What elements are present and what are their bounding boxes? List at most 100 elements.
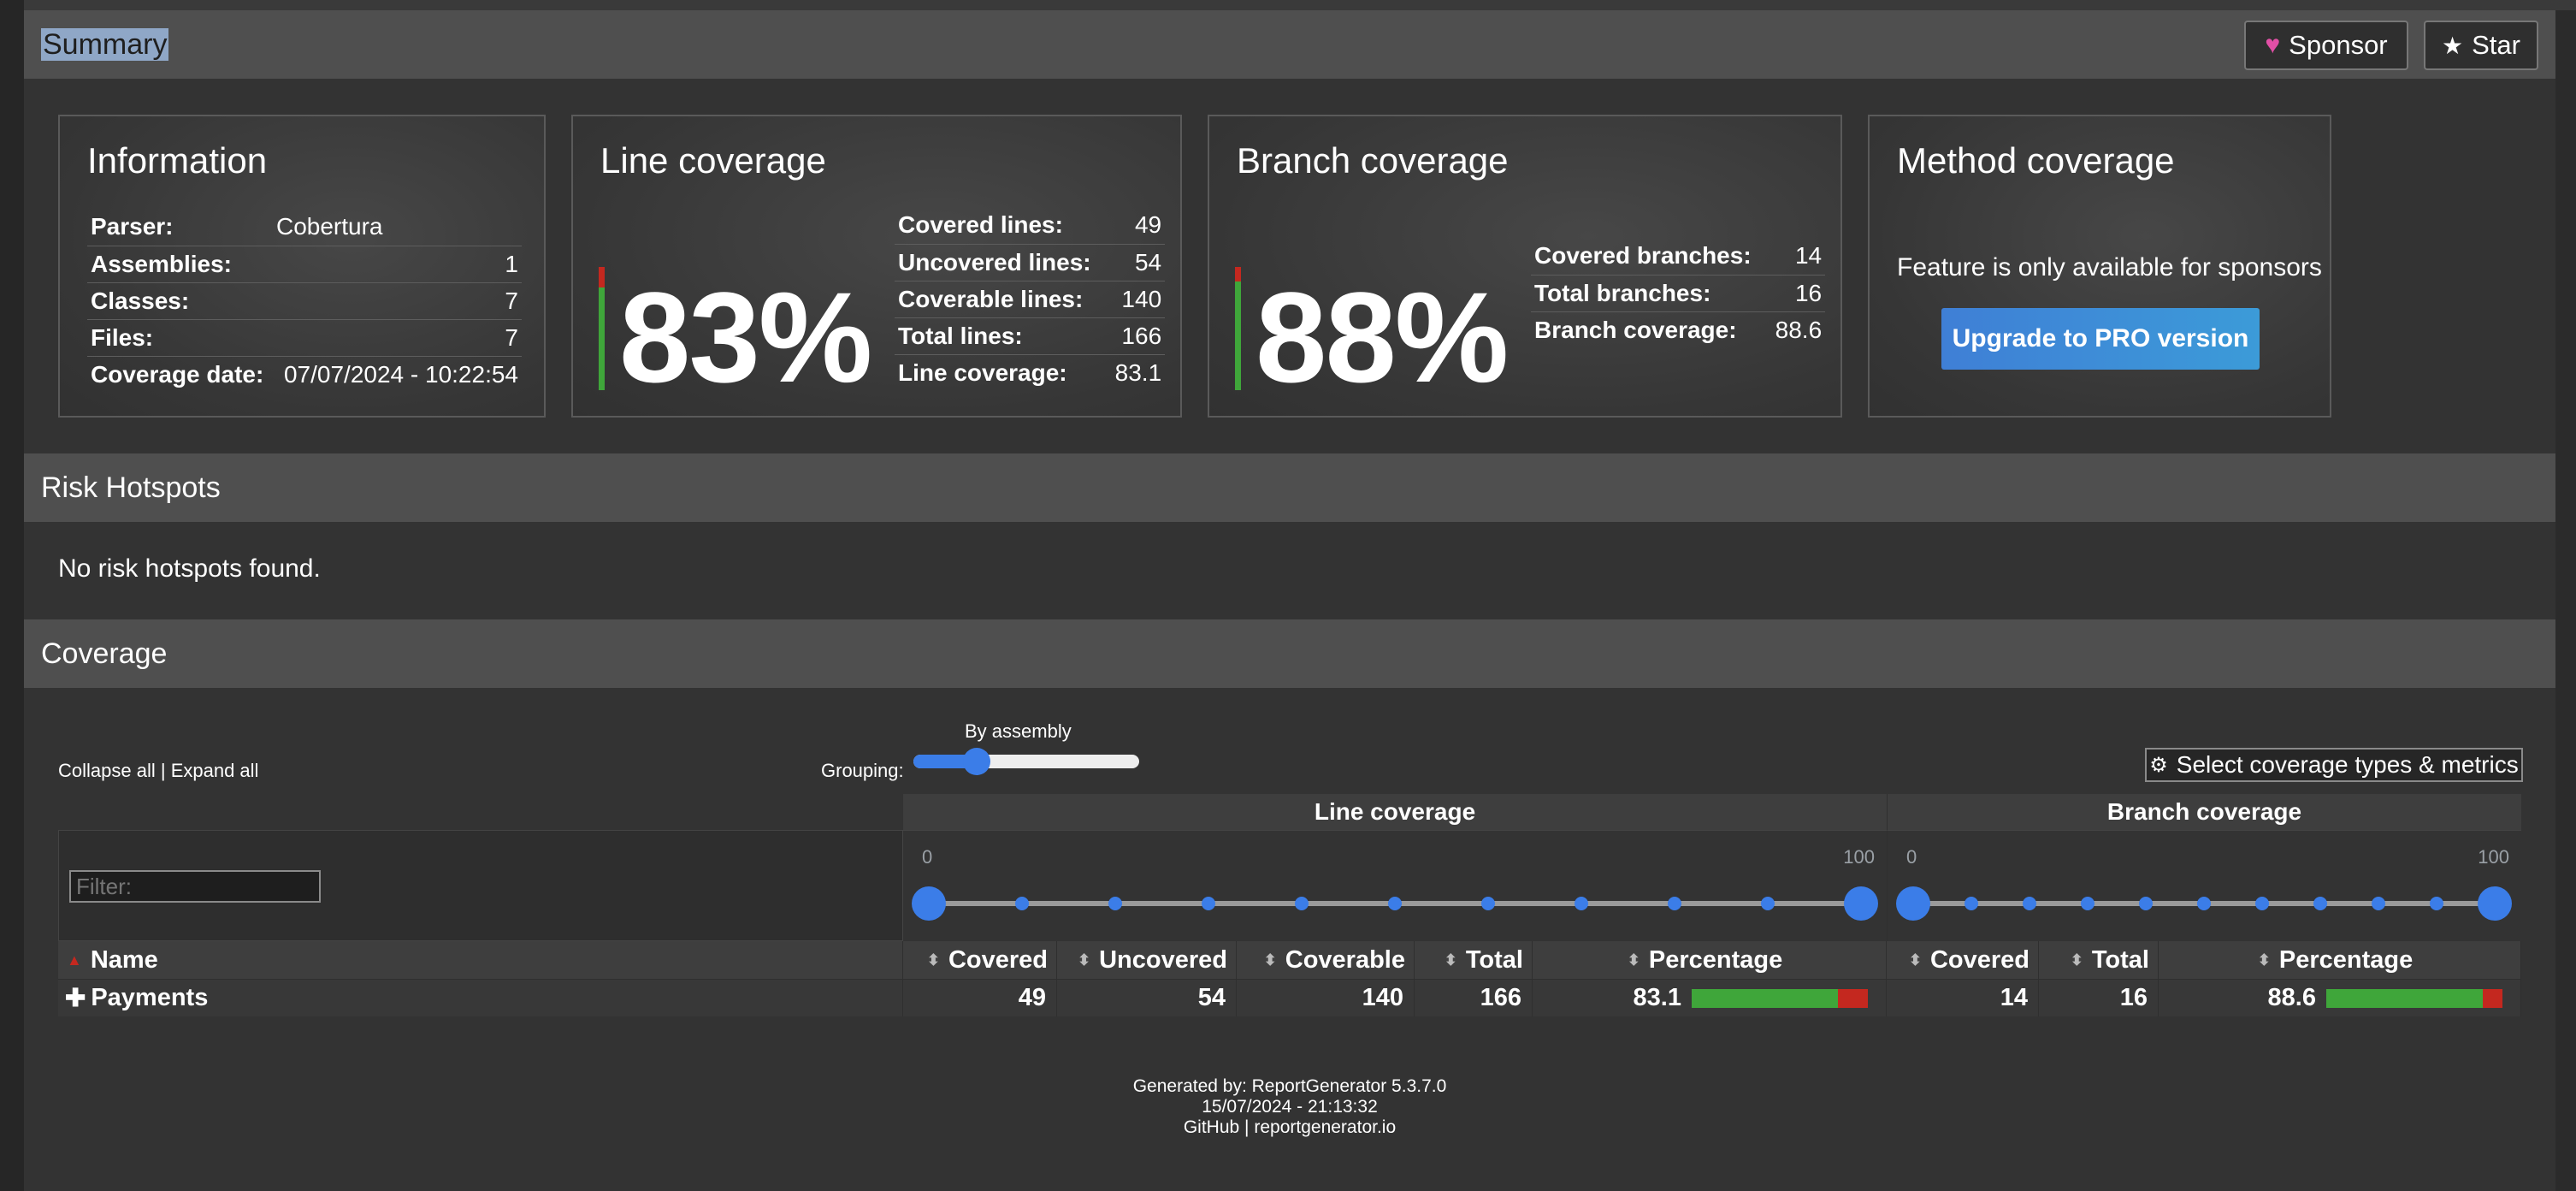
info-key: Coverage date: (91, 360, 264, 388)
link-separator: | (160, 760, 166, 781)
range-step-dot (2081, 897, 2094, 910)
table-row: Total lines: 166 (895, 317, 1166, 355)
table-row: Coverage date: 07/07/2024 - 10:22:54 (87, 356, 522, 393)
information-card: Information Parser: Cobertura Assemblies:… (58, 115, 546, 418)
sort-icon: ⬍ (2070, 951, 2083, 969)
branch-coverage-table: Covered branches: 14 Total branches: 16 Br… (1531, 238, 1826, 348)
column-header-total[interactable]: ⬍ Total (1415, 941, 1533, 979)
sort-icon: ⬍ (1908, 951, 1922, 969)
range-max-label: 100 (1843, 846, 1875, 868)
footer: Generated by: ReportGenerator 5.3.7.0 15… (24, 1076, 2555, 1138)
generated-datetime: 15/07/2024 - 21:13:32 (1202, 1097, 1378, 1117)
sort-icon: ⬍ (1078, 951, 1091, 969)
stat-value: 140 (1111, 281, 1166, 318)
expand-all-link[interactable]: Expand all (171, 760, 259, 781)
table-row: Covered lines: 49 (895, 207, 1166, 245)
star-label: Star (2472, 30, 2520, 60)
stat-value: 16 (1771, 275, 1826, 312)
coverage-header: Coverage (24, 619, 2555, 688)
line-uncovered-segment (599, 267, 605, 287)
range-max-handle[interactable] (2478, 886, 2512, 921)
column-header-branch-covered[interactable]: ⬍ Covered (1887, 941, 2039, 979)
range-step-dot (2197, 897, 2211, 910)
info-key: Classes: (87, 282, 273, 320)
range-step-dot (1481, 897, 1495, 910)
summary-title: Summary (41, 27, 169, 62)
column-label: Covered (948, 945, 1048, 974)
range-step-dot (1108, 897, 1122, 910)
stat-key: Coverable lines: (895, 281, 1112, 318)
stat-key: Uncovered lines: (895, 244, 1112, 281)
range-step-dot (2023, 897, 2036, 910)
table-row: Assemblies: 1 (87, 246, 522, 283)
line-coverage-percent: 83% (619, 265, 872, 409)
no-hotspots-message: No risk hotspots found. (58, 554, 321, 583)
info-key: Assemblies: (87, 246, 273, 283)
cell-coverable: 140 (1237, 979, 1415, 1016)
branch-coverage-range[interactable]: 0 100 (1887, 830, 2521, 941)
line-coverage-table: Covered lines: 49 Uncovered lines: 54 Cove… (895, 207, 1166, 391)
risk-hotspots-title: Risk Hotspots (41, 471, 221, 504)
reportgenerator-link[interactable]: reportgenerator.io (1254, 1117, 1396, 1137)
collapse-all-link[interactable]: Collapse all (58, 760, 156, 781)
column-label: Coverable (1285, 945, 1405, 974)
column-header-branch-percentage[interactable]: ⬍ Percentage (2159, 941, 2521, 979)
sponsor-only-message: Feature is only available for sponsors (1897, 253, 2322, 281)
sort-icon: ⬍ (1627, 951, 1640, 969)
info-value: 7 (272, 319, 522, 357)
table-row-name[interactable]: ✚ Payments (58, 979, 903, 1016)
range-step-dot (2313, 897, 2327, 910)
coverage-table: Line coverage Branch coverage 0 100 0 10… (58, 794, 2521, 1028)
expand-plus-icon[interactable]: ✚ (65, 983, 86, 1013)
cell-total: 166 (1415, 979, 1533, 1016)
range-step-dot (2372, 897, 2385, 910)
method-coverage-card: Method coverage Feature is only availabl… (1868, 115, 2331, 418)
percentage-value: 88.6 (2267, 984, 2316, 1011)
branch-coverage-percent: 88% (1256, 265, 1509, 409)
info-value: 07/07/2024 - 10:22:54 (283, 360, 518, 388)
range-min-handle[interactable] (912, 886, 946, 921)
filter-area (58, 830, 903, 941)
column-header-name[interactable]: ▲ Name (58, 941, 903, 979)
gear-icon: ⚙ (2149, 753, 2168, 777)
column-label: Uncovered (1099, 945, 1227, 974)
github-link[interactable]: GitHub (1184, 1117, 1239, 1137)
sort-ascending-icon: ▲ (67, 951, 82, 969)
range-step-dot (1668, 897, 1681, 910)
column-label: Name (90, 945, 158, 974)
grouping-slider[interactable] (913, 746, 1139, 777)
heart-icon: ♥ (2265, 31, 2281, 59)
filter-input[interactable] (69, 870, 321, 903)
stat-key: Covered branches: (1531, 238, 1772, 276)
stat-key: Covered lines: (895, 207, 1112, 245)
upgrade-pro-button[interactable]: Upgrade to PRO version (1941, 308, 2260, 370)
info-value: 7 (272, 282, 522, 320)
table-row: Branch coverage: 88.6 (1531, 311, 1825, 348)
stat-value: 54 (1111, 244, 1166, 281)
column-header-covered[interactable]: ⬍ Covered (903, 941, 1057, 979)
grouping-slider-handle[interactable] (963, 748, 990, 775)
information-title: Information (87, 140, 268, 181)
stat-key: Total branches: (1531, 275, 1772, 312)
grouping-value: By assembly (965, 720, 1072, 742)
line-coverage-range[interactable]: 0 100 (903, 830, 1887, 941)
range-max-label: 100 (2478, 846, 2509, 868)
line-coverage-bar (1692, 989, 1868, 1008)
range-min-handle[interactable] (1896, 886, 1930, 921)
stat-value: 14 (1771, 238, 1826, 276)
star-button[interactable]: ★ Star (2424, 21, 2538, 70)
column-label: Total (2091, 945, 2149, 974)
range-step-dot (1295, 897, 1309, 910)
column-header-coverable[interactable]: ⬍ Coverable (1237, 941, 1415, 979)
select-metrics-button[interactable]: ⚙ Select coverage types & metrics (2145, 748, 2523, 782)
range-step-dot (1202, 897, 1215, 910)
column-label: Covered (1929, 945, 2029, 974)
range-max-handle[interactable] (1844, 886, 1878, 921)
range-step-dot (2255, 897, 2269, 910)
sponsor-button[interactable]: ♥ Sponsor (2244, 21, 2408, 70)
column-header-uncovered[interactable]: ⬍ Uncovered (1057, 941, 1237, 979)
column-header-branch-total[interactable]: ⬍ Total (2039, 941, 2159, 979)
star-icon: ★ (2442, 32, 2464, 59)
column-header-percentage[interactable]: ⬍ Percentage (1533, 941, 1887, 979)
summary-title-text: Summary (41, 27, 169, 61)
